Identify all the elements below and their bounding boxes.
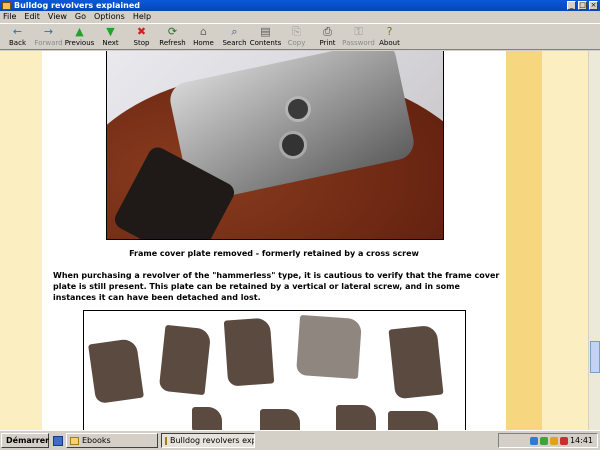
close-button[interactable]: × (589, 1, 598, 10)
lock-part (388, 324, 444, 400)
menu-view[interactable]: View (48, 11, 67, 23)
contents-label: Contents (249, 39, 282, 47)
password-label: Password (342, 39, 375, 47)
password-button[interactable]: ⚿ Password (342, 24, 375, 48)
lock-part (192, 407, 222, 430)
forward-label: Forward (34, 39, 63, 47)
frame-hole (285, 96, 311, 122)
home-icon: ⌂ (200, 25, 207, 38)
folder-icon (70, 436, 79, 445)
security-icon[interactable] (539, 436, 548, 445)
forward-arrow-icon: → (43, 25, 54, 38)
maximize-button[interactable]: □ (578, 1, 587, 10)
network-icon[interactable] (529, 436, 538, 445)
menu-go[interactable]: Go (75, 11, 86, 23)
lock-part (388, 411, 438, 430)
title-bar[interactable]: Bulldog revolvers explained _ □ × (0, 0, 600, 11)
print-button[interactable]: ⎙ Print (312, 24, 343, 48)
back-arrow-icon: ← (12, 25, 23, 38)
menu-bar: File Edit View Go Options Help (0, 11, 600, 23)
refresh-button[interactable]: ⟳ Refresh (157, 24, 188, 48)
start-label: Démarrer (6, 436, 50, 445)
refresh-label: Refresh (159, 39, 186, 47)
copy-label: Copy (287, 39, 306, 47)
book-icon (165, 436, 167, 445)
decorative-stripe (506, 51, 542, 430)
system-tray: 14:41 (498, 433, 598, 448)
photo-caption: Frame cover plate removed - formerly ret… (129, 249, 419, 258)
key-icon: ⚿ (354, 25, 363, 38)
app-icon (2, 1, 11, 10)
taskbar-item-label: Bulldog revolvers exp... (170, 436, 255, 445)
search-icon: ⌕ (231, 25, 238, 38)
home-label: Home (193, 39, 214, 47)
revolver-frame-photo (106, 51, 444, 240)
about-button[interactable]: ? About (374, 24, 405, 48)
next-arrow-icon: ▼ (106, 25, 115, 38)
question-mark-icon: ? (386, 25, 393, 38)
next-label: Next (102, 39, 119, 47)
vertical-scrollbar[interactable] (588, 51, 600, 430)
previous-button[interactable]: ▲ Previous (64, 24, 95, 48)
menu-edit[interactable]: Edit (24, 11, 40, 23)
body-paragraph: When purchasing a revolver of the "hamme… (53, 271, 500, 302)
contents-button[interactable]: ▤ Contents (249, 24, 282, 48)
lock-part (88, 337, 144, 405)
menu-options[interactable]: Options (94, 11, 125, 23)
home-button[interactable]: ⌂ Home (188, 24, 219, 48)
back-button[interactable]: ← Back (2, 24, 33, 48)
contents-icon: ▤ (260, 25, 271, 38)
next-button[interactable]: ▼ Next (95, 24, 126, 48)
taskbar-item-bulldog[interactable]: Bulldog revolvers exp... (161, 433, 255, 448)
search-label: Search (222, 39, 247, 47)
window-title: Bulldog revolvers explained (14, 0, 141, 10)
clock: 14:41 (569, 436, 593, 445)
quick-launch-icon[interactable] (53, 435, 63, 446)
back-label: Back (9, 39, 26, 47)
taskbar-item-label: Ebooks (82, 436, 111, 445)
application-window: Bulldog revolvers explained _ □ × File E… (0, 0, 600, 450)
print-label: Print (319, 39, 336, 47)
printer-icon: ⎙ (323, 25, 332, 38)
window-controls: _ □ × (567, 1, 598, 10)
stop-button[interactable]: ✖ Stop (126, 24, 157, 48)
previous-label: Previous (64, 39, 95, 47)
about-label: About (379, 39, 400, 47)
taskbar-item-ebooks[interactable]: Ebooks (66, 433, 158, 448)
scroll-thumb[interactable] (590, 341, 600, 373)
previous-arrow-icon: ▲ (75, 25, 84, 38)
copy-icon: ⎘ (292, 25, 301, 38)
menu-help[interactable]: Help (133, 11, 151, 23)
document-view[interactable]: Frame cover plate removed - formerly ret… (0, 51, 600, 430)
frame-hole (279, 131, 307, 159)
lock-part (295, 314, 363, 380)
stop-icon: ✖ (136, 25, 147, 38)
antivirus-icon[interactable] (559, 436, 568, 445)
forward-button[interactable]: → Forward (33, 24, 64, 48)
copy-button[interactable]: ⎘ Copy (281, 24, 312, 48)
lock-part (223, 317, 275, 387)
lock-part (336, 405, 376, 430)
refresh-icon: ⟳ (167, 25, 178, 38)
start-button[interactable]: Démarrer (1, 433, 49, 448)
volume-icon[interactable] (549, 436, 558, 445)
lock-parts-photo (83, 310, 466, 430)
lock-part (260, 409, 300, 430)
search-button[interactable]: ⌕ Search (219, 24, 250, 48)
toolbar: ← Back → Forward ▲ Previous ▼ Next ✖ Stop ⟳ Re… (0, 23, 600, 50)
lock-part (158, 324, 212, 396)
menu-file[interactable]: File (3, 11, 16, 23)
minimize-button[interactable]: _ (567, 1, 576, 10)
stop-label: Stop (133, 39, 150, 47)
taskbar: Démarrer Ebooks Bulldog revolvers exp...… (0, 430, 600, 450)
